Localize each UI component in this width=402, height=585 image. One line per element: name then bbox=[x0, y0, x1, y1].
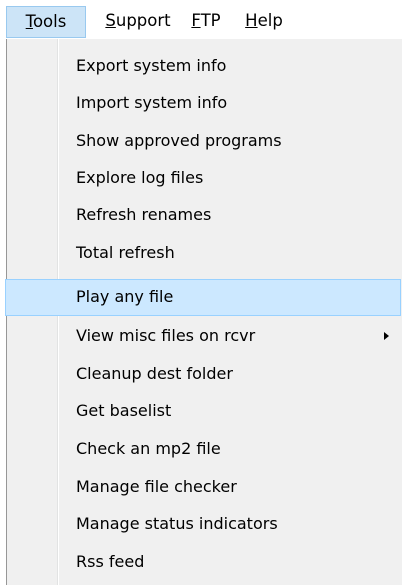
menu-item-get-baselist[interactable]: Get baselist bbox=[7, 393, 402, 430]
chevron-right-icon bbox=[384, 332, 389, 340]
menu-item-label: Total refresh bbox=[76, 243, 175, 262]
menu-item-label: View misc files on rcvr bbox=[76, 326, 256, 345]
menu-item-label: Import system info bbox=[76, 93, 228, 112]
menu-item-label: Refresh renames bbox=[76, 205, 212, 224]
menu-tools[interactable]: Tools bbox=[6, 6, 86, 38]
menu-item-play-any-file[interactable]: Play any file bbox=[5, 279, 401, 316]
menu-item-label: Play any file bbox=[76, 287, 174, 306]
menu-tools-accel: T bbox=[25, 12, 33, 31]
menu-item-show-approved-programs[interactable]: Show approved programs bbox=[7, 123, 402, 160]
menu-item-export-system-info[interactable]: Export system info bbox=[7, 48, 402, 85]
menu-item-manage-status-indicators[interactable]: Manage status indicators bbox=[7, 506, 402, 543]
menu-item-label: Export system info bbox=[76, 56, 227, 75]
menu-item-manage-file-checker[interactable]: Manage file checker bbox=[7, 469, 402, 506]
menu-item-label: Show approved programs bbox=[76, 131, 282, 150]
menu-item-total-refresh[interactable]: Total refresh bbox=[7, 235, 402, 272]
menu-item-label: Manage file checker bbox=[76, 477, 237, 496]
menu-item-label: Get baselist bbox=[76, 401, 172, 420]
menu-tools-label: ools bbox=[32, 12, 67, 31]
menu-item-label: Manage status indicators bbox=[76, 514, 278, 533]
menu-item-view-misc-files-on-rcvr[interactable]: View misc files on rcvr bbox=[7, 318, 402, 355]
menu-item-cleanup-dest-folder[interactable]: Cleanup dest folder bbox=[7, 356, 402, 393]
menu-ftp-accel: F bbox=[191, 11, 201, 30]
menu-item-check-an-mp2-file[interactable]: Check an mp2 file bbox=[7, 431, 402, 468]
menu-item-import-system-info[interactable]: Import system info bbox=[7, 85, 402, 122]
menu-item-explore-log-files[interactable]: Explore log files bbox=[7, 160, 402, 197]
menu-ftp[interactable]: FTP bbox=[182, 6, 230, 38]
menu-help[interactable]: Help bbox=[236, 6, 292, 38]
menu-support-label: upport bbox=[115, 11, 171, 30]
menu-item-label: Explore log files bbox=[76, 168, 204, 187]
menu-bar: Tools Support FTP Help bbox=[0, 0, 402, 40]
menu-item-label: Cleanup dest folder bbox=[76, 364, 233, 383]
menu-item-label: Rss feed bbox=[76, 552, 145, 571]
menu-support[interactable]: Support bbox=[96, 6, 180, 38]
menu-help-label: elp bbox=[257, 11, 283, 30]
menu-item-refresh-renames[interactable]: Refresh renames bbox=[7, 197, 402, 234]
tools-dropdown-menu: Export system info Import system info Sh… bbox=[5, 39, 402, 585]
menu-item-rss-feed[interactable]: Rss feed bbox=[7, 544, 402, 581]
menu-ftp-label: TP bbox=[200, 11, 221, 30]
menu-item-label: Check an mp2 file bbox=[76, 439, 221, 458]
menu-support-accel: S bbox=[105, 11, 116, 30]
menu-help-accel: H bbox=[245, 11, 258, 30]
